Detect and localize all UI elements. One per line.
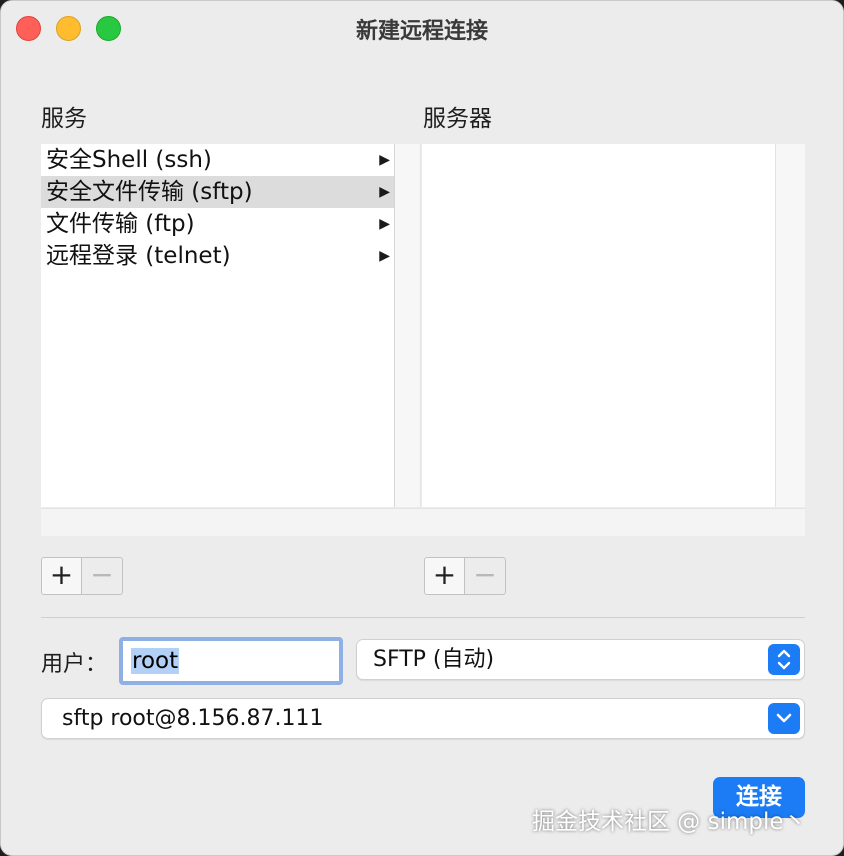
remove-server-button[interactable]: − (465, 557, 506, 595)
service-item-telnet[interactable]: 远程登录 (telnet) ▶ (41, 240, 394, 272)
service-item-sftp[interactable]: 安全文件传输 (sftp) ▶ (41, 176, 394, 208)
disclosure-arrow-icon: ▶ (379, 248, 390, 264)
up-down-chevron-icon (768, 644, 800, 675)
chevron-down-icon (768, 703, 800, 734)
watermark: 掘金技术社区 @ simple丶 (532, 809, 807, 835)
protocol-select-value: SFTP (自动) (373, 647, 495, 672)
list-footer-bar (41, 508, 805, 536)
service-item-label: 文件传输 (ftp) (46, 211, 195, 237)
service-item-ssh[interactable]: 安全Shell (ssh) ▶ (41, 144, 394, 176)
servers-add-remove-control: + − (424, 557, 506, 595)
services-add-remove-control: + − (41, 557, 123, 595)
window-title: 新建远程连接 (355, 19, 488, 44)
separator (41, 617, 805, 618)
disclosure-arrow-icon: ▶ (379, 184, 390, 200)
service-item-label: 远程登录 (telnet) (46, 243, 231, 269)
services-list: 安全Shell (ssh) ▶ 安全文件传输 (sftp) ▶ 文件传输 (ft… (41, 144, 395, 507)
new-remote-connection-window: 新建远程连接 服务 服务器 安全Shell (ssh) ▶ 安全文件传输 (sf… (0, 0, 844, 856)
add-service-button[interactable]: + (41, 557, 82, 595)
add-server-button[interactable]: + (424, 557, 465, 595)
title-bar: 新建远程连接 (1, 1, 843, 57)
service-item-label: 安全文件传输 (sftp) (46, 179, 253, 205)
disclosure-arrow-icon: ▶ (379, 216, 390, 232)
command-combo-box[interactable]: sftp root@8.156.87.111 (41, 698, 805, 739)
service-item-label: 安全Shell (ssh) (46, 147, 212, 173)
servers-header: 服务器 (423, 106, 492, 132)
user-label: 用户： (41, 652, 108, 677)
servers-list-scroll-track (776, 144, 805, 507)
remove-service-button[interactable]: − (82, 557, 123, 595)
column-divider (395, 144, 421, 507)
services-header: 服务 (41, 106, 87, 132)
disclosure-arrow-icon: ▶ (379, 152, 390, 168)
servers-list[interactable] (422, 144, 776, 507)
user-field-value: root (131, 648, 180, 674)
user-field[interactable]: root (119, 637, 343, 685)
service-item-ftp[interactable]: 文件传输 (ftp) ▶ (41, 208, 394, 240)
protocol-select[interactable]: SFTP (自动) (356, 639, 805, 680)
command-combo-value: sftp root@8.156.87.111 (62, 706, 324, 731)
